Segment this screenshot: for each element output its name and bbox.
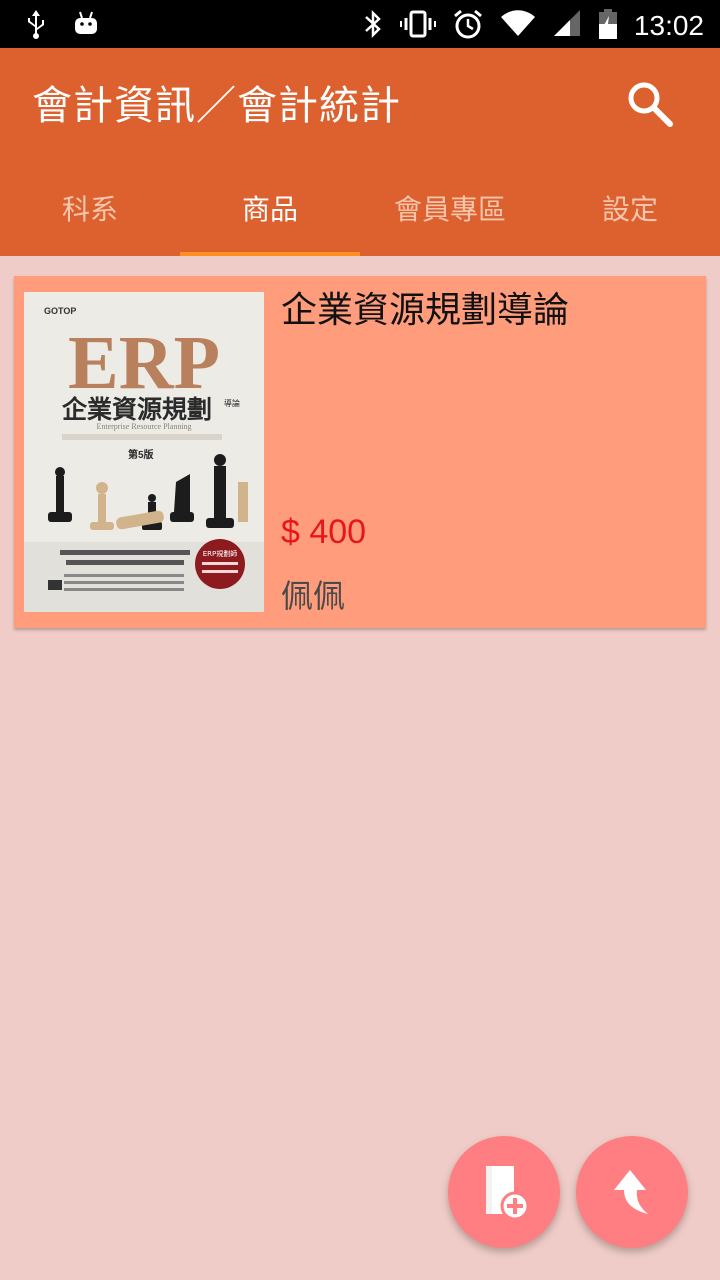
usb-icon — [22, 8, 50, 44]
page-title: 會計資訊／會計統計 — [32, 83, 401, 129]
add-product-button[interactable] — [448, 1136, 560, 1248]
svg-text:Enterprise Resource Planning: Enterprise Resource Planning — [96, 422, 191, 431]
signal-icon — [552, 8, 582, 44]
tab-bar: 科系 商品 會員專區 設定 — [0, 160, 720, 256]
wifi-icon — [500, 8, 536, 44]
search-icon — [628, 82, 673, 127]
back-button[interactable] — [576, 1136, 688, 1248]
svg-text:ERP規劃師: ERP規劃師 — [203, 549, 238, 558]
back-arrow-icon — [614, 1170, 648, 1214]
svg-text:導論: 導論 — [224, 398, 240, 408]
add-document-icon — [486, 1166, 530, 1221]
search-button[interactable] — [620, 74, 680, 134]
android-debug-icon — [72, 8, 100, 44]
tab-departments[interactable]: 科系 — [0, 160, 180, 256]
app-bar: 會計資訊／會計統計 科系 商品 會員專區 設定 — [0, 48, 720, 256]
tab-settings[interactable]: 設定 — [540, 160, 720, 256]
tab-products[interactable]: 商品 — [180, 160, 360, 256]
product-price: $ 400 — [281, 513, 367, 551]
svg-text:GOTOP: GOTOP — [44, 306, 76, 316]
product-image: GOTOP ERP 企業資源規劃 導論 Enterprise Resource … — [24, 292, 264, 612]
bluetooth-icon — [362, 8, 384, 44]
product-name: 企業資源規劃導論 — [281, 290, 570, 331]
svg-text:第5版: 第5版 — [128, 448, 154, 461]
battery-charging-icon — [598, 8, 618, 44]
status-time: 13:02 — [633, 10, 704, 41]
tab-members[interactable]: 會員專區 — [360, 160, 540, 256]
alarm-icon — [452, 8, 484, 44]
product-card[interactable]: GOTOP ERP 企業資源規劃 導論 Enterprise Resource … — [14, 276, 706, 628]
vibrate-icon — [399, 8, 436, 44]
svg-text:ERP: ERP — [68, 321, 220, 405]
product-seller: 佩佩 — [281, 577, 346, 615]
svg-text:企業資源規劃: 企業資源規劃 — [62, 395, 212, 424]
status-bar: 13:02 — [0, 0, 720, 48]
